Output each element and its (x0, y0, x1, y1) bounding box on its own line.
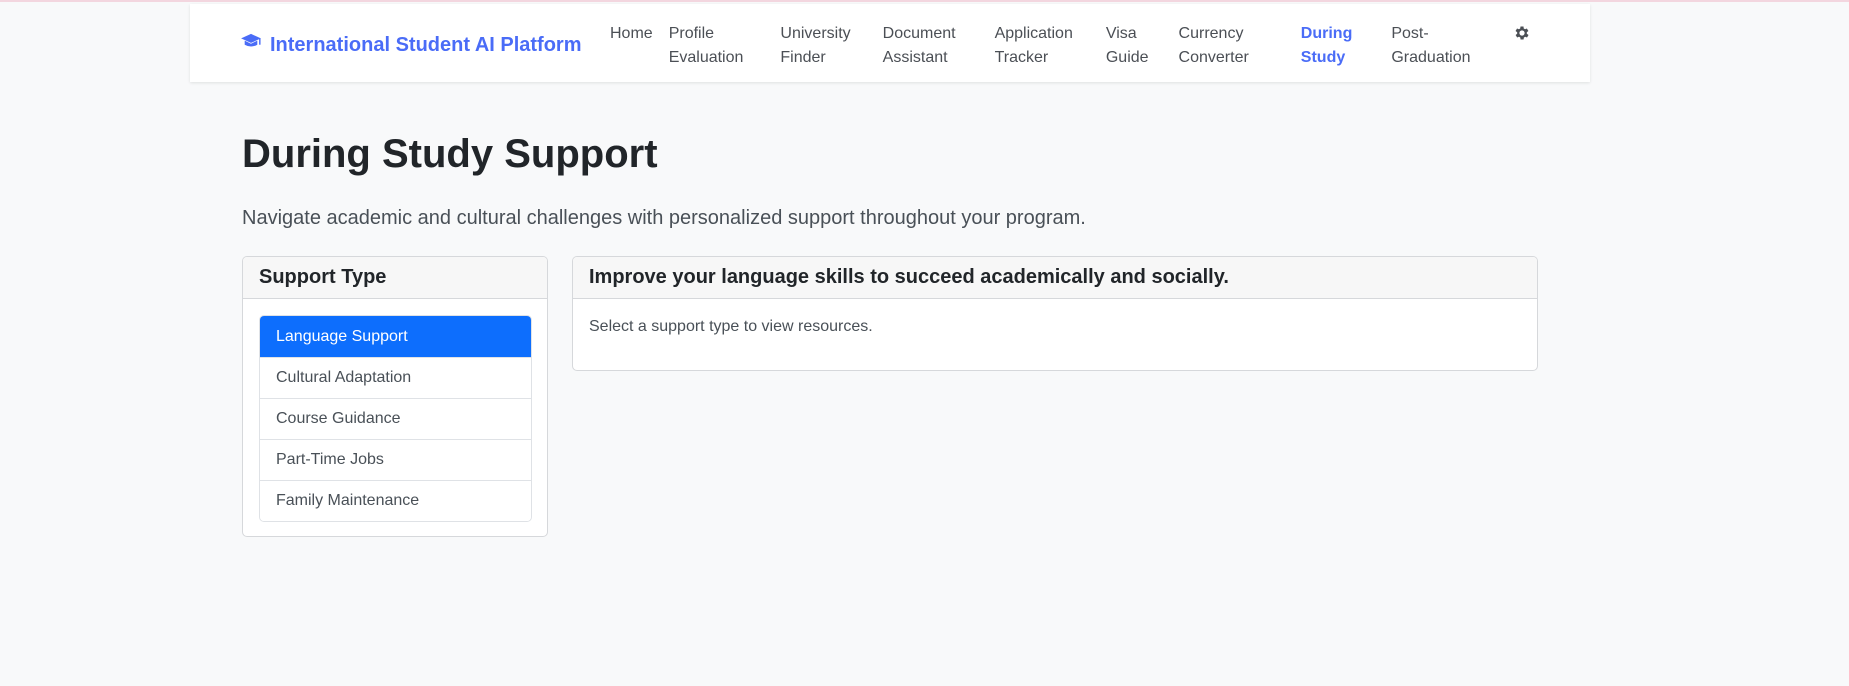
graduation-cap-icon (240, 33, 262, 57)
page-title: During Study Support (242, 132, 658, 176)
brand-link[interactable]: International Student AI Platform (240, 33, 582, 57)
nav-document-assistant[interactable]: Document Assistant (883, 22, 956, 70)
brand-title: International Student AI Platform (270, 33, 582, 56)
support-item-part-time-jobs[interactable]: Part-Time Jobs (260, 439, 531, 480)
nav-during-study[interactable]: During Study (1301, 22, 1353, 70)
support-type-card: Support Type Language Support Cultural A… (242, 256, 548, 537)
page-subtitle: Navigate academic and cultural challenge… (242, 207, 1086, 229)
support-item-course[interactable]: Course Guidance (260, 398, 531, 439)
navbar: International Student AI Platform Home P… (190, 4, 1590, 82)
resources-placeholder: Select a support type to view resources. (589, 318, 873, 335)
support-type-list: Language Support Cultural Adaptation Cou… (259, 315, 532, 522)
gear-icon[interactable] (1513, 24, 1531, 42)
resources-header: Improve your language skills to succeed … (573, 257, 1537, 299)
nav-visa-guide[interactable]: Visa Guide (1106, 22, 1149, 70)
nav-application-tracker[interactable]: Application Tracker (995, 22, 1073, 70)
nav-post-graduation[interactable]: Post- Graduation (1391, 22, 1470, 70)
nav-home[interactable]: Home (610, 22, 653, 46)
nav-university-finder[interactable]: University Finder (780, 22, 850, 70)
support-item-cultural[interactable]: Cultural Adaptation (260, 357, 531, 398)
support-type-header: Support Type (243, 257, 547, 299)
support-item-family[interactable]: Family Maintenance (260, 480, 531, 521)
main-nav: Home Profile Evaluation University Finde… (610, 22, 1471, 70)
resources-card: Improve your language skills to succeed … (572, 256, 1538, 371)
nav-profile-evaluation[interactable]: Profile Evaluation (669, 22, 744, 70)
top-accent-line (0, 0, 1849, 2)
nav-currency-converter[interactable]: Currency Converter (1179, 22, 1249, 70)
support-item-language[interactable]: Language Support (260, 316, 531, 357)
